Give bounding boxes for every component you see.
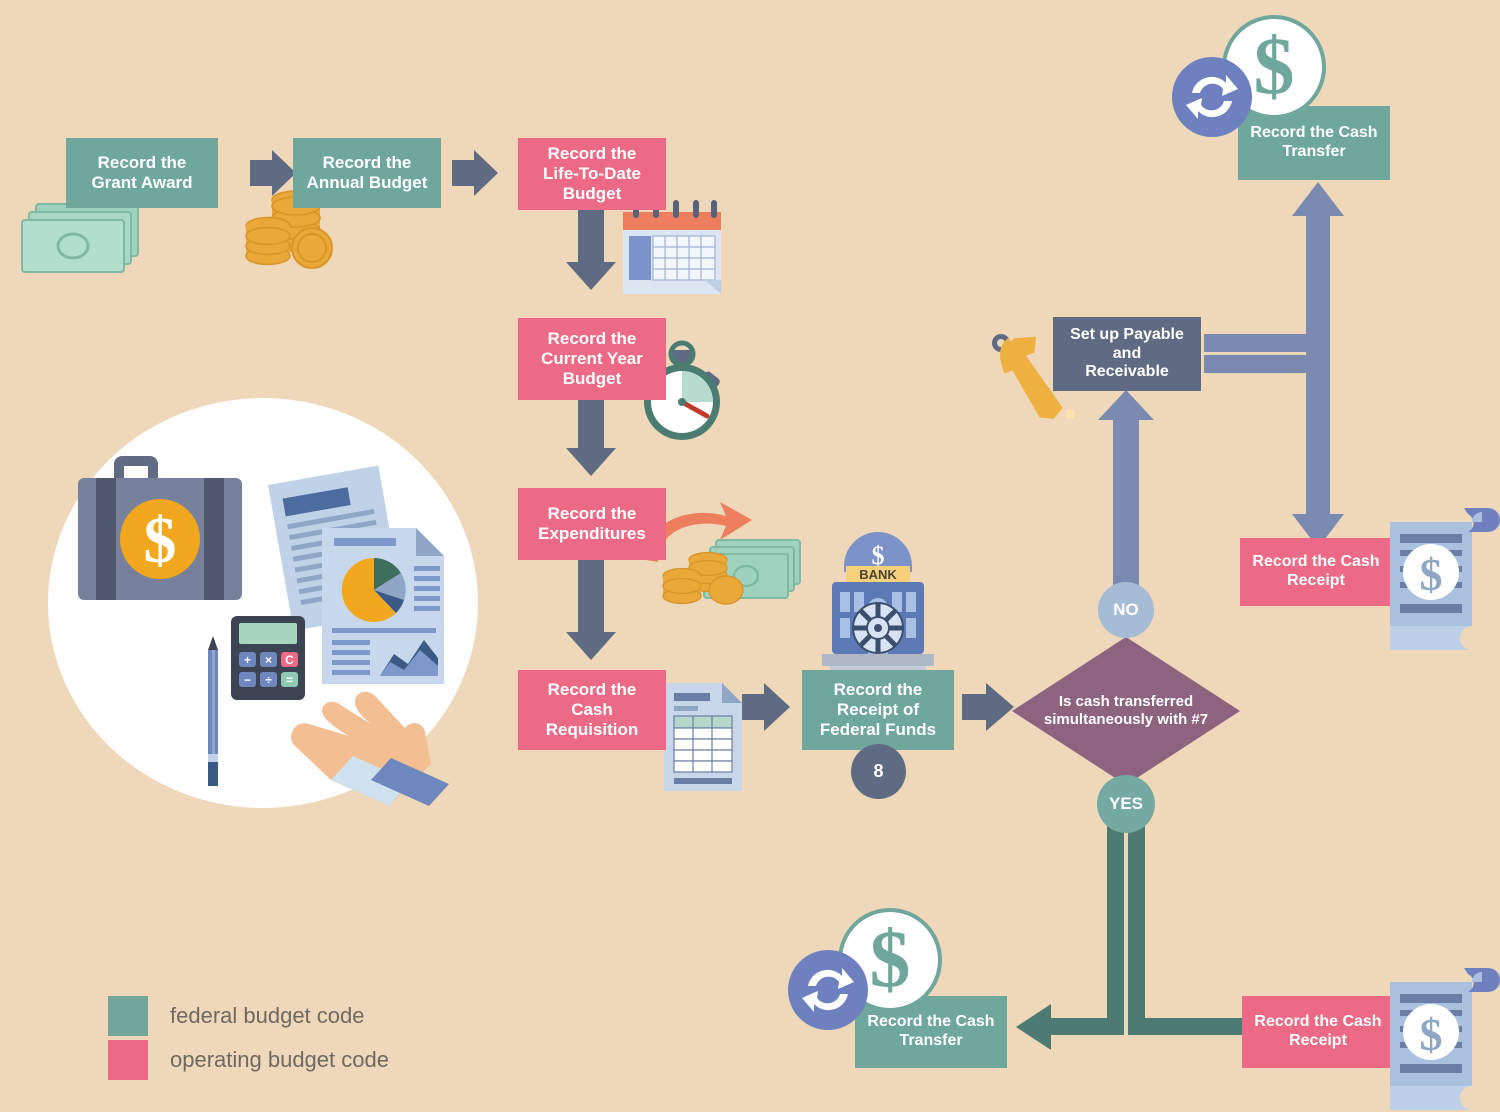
svg-text:$: $ <box>1420 1009 1443 1060</box>
svg-text:$: $ <box>870 913 911 1004</box>
svg-text:$: $ <box>1254 20 1295 111</box>
legend-item-operating: operating budget code <box>108 1040 389 1080</box>
legend-item-federal: federal budget code <box>108 996 365 1036</box>
svg-text:$: $ <box>1420 549 1443 600</box>
receipt-scroll-icon: $ <box>1390 508 1500 650</box>
foreground-illustration-layer: $ $ $ $ <box>788 15 1500 1110</box>
receipt-scroll-icon: $ <box>1390 968 1500 1110</box>
flowchart-canvas: $ BANK $ $ $ $ $ + × C − ÷ = Record the … <box>0 0 1500 1112</box>
dollar-coin-sync-icon: $ <box>788 908 942 1030</box>
legend-swatch-federal <box>108 996 148 1036</box>
legend-label-operating: operating budget code <box>170 1047 389 1072</box>
legend-label-federal: federal budget code <box>170 1003 365 1028</box>
dollar-coin-sync-icon: $ <box>1172 15 1326 137</box>
legend-swatch-operating <box>108 1040 148 1080</box>
